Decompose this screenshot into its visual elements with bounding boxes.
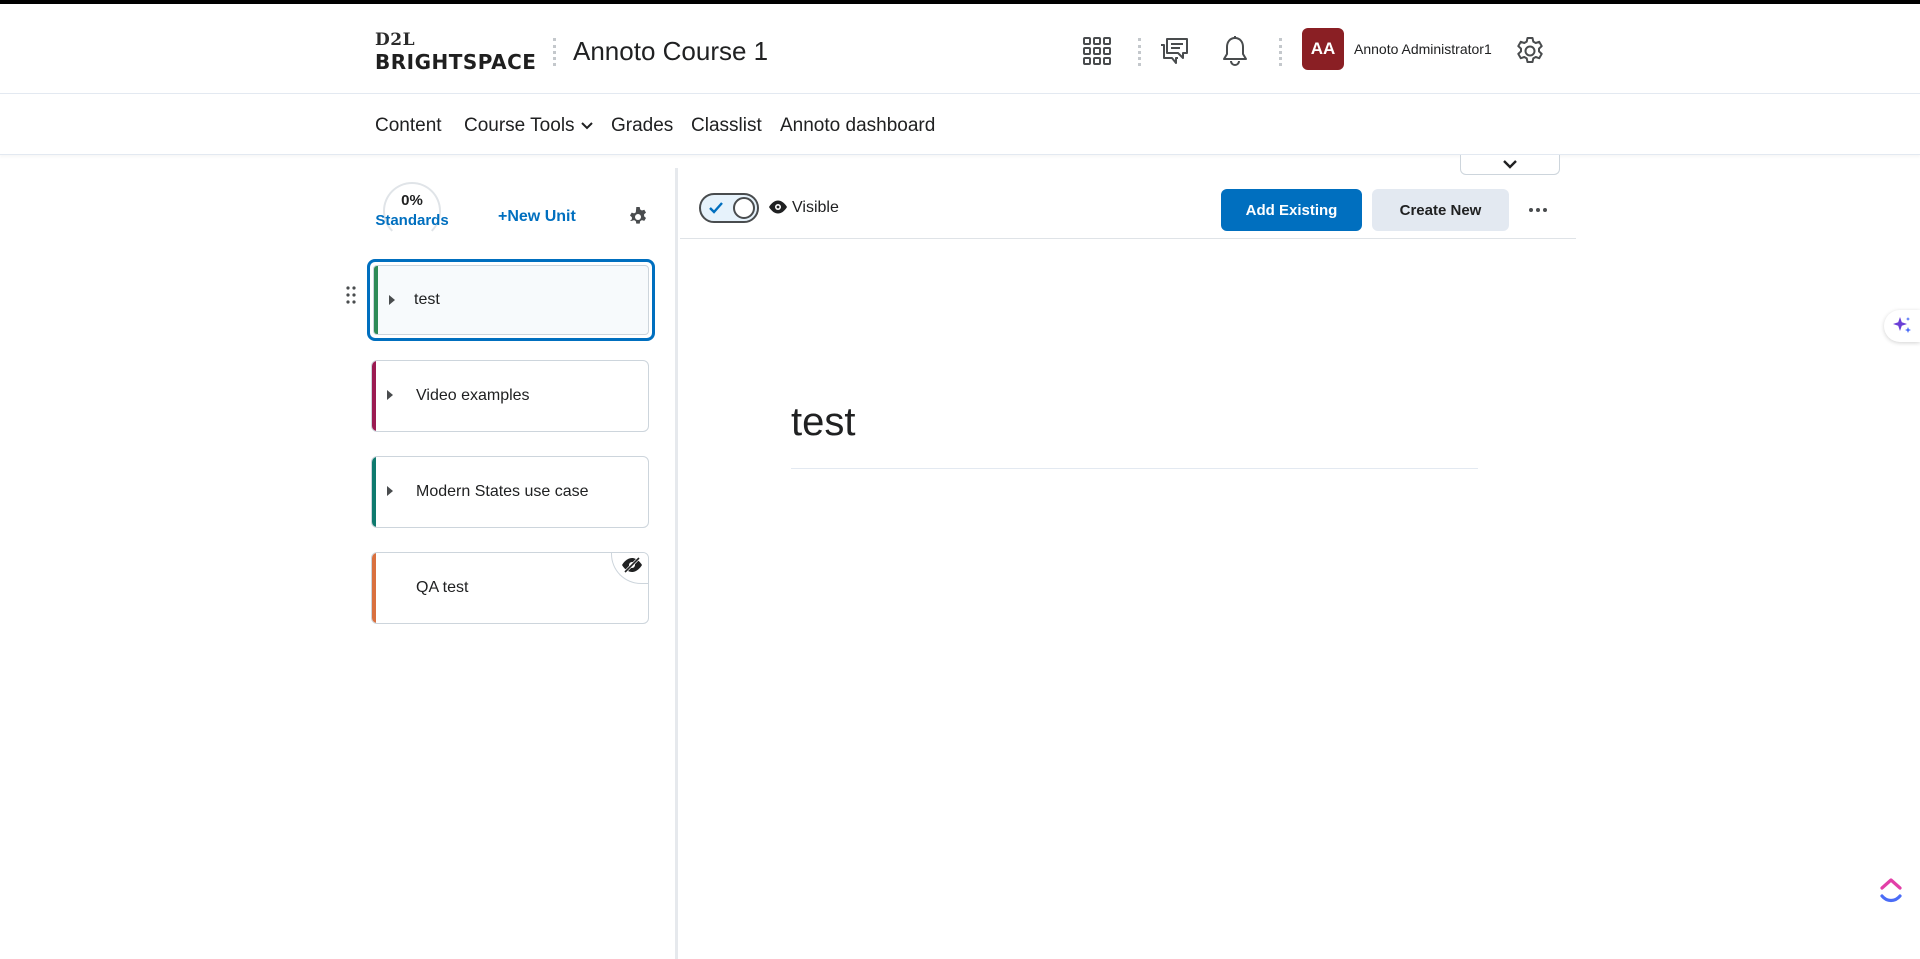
gear-icon[interactable] <box>1513 34 1547 68</box>
unit-label: test <box>414 291 440 308</box>
nav-item-label: Course Tools <box>464 115 575 136</box>
brightspace-logo[interactable]: D2L BRIGHTSPACE <box>375 30 537 74</box>
unit-card-video-examples[interactable]: Video examples <box>371 360 649 432</box>
checkmark-icon <box>709 202 723 214</box>
unit-label: Video examples <box>416 387 530 404</box>
expand-caret-icon[interactable] <box>387 390 393 400</box>
new-unit-button[interactable]: +New Unit <box>498 208 576 226</box>
visibility-label: Visible <box>792 199 839 216</box>
unit-card-test[interactable]: test <box>367 259 655 341</box>
nav-item-label: Annoto dashboard <box>780 115 936 136</box>
add-existing-button[interactable]: Add Existing <box>1221 189 1362 231</box>
header: D2L BRIGHTSPACE Annoto Course 1 AA Annot… <box>0 4 1920 94</box>
toggle-knob <box>733 197 755 219</box>
bell-icon[interactable] <box>1218 34 1252 68</box>
unit-color-bar <box>372 553 376 623</box>
logo-brightspace-text: BRIGHTSPACE <box>375 50 537 74</box>
course-title[interactable]: Annoto Course 1 <box>573 36 768 67</box>
visibility-toggle[interactable] <box>699 193 759 223</box>
clickup-icon[interactable] <box>1878 876 1904 906</box>
unit-card-body: test <box>373 265 649 335</box>
unit-main-panel: Visible Add Existing Create New test <box>680 155 1576 959</box>
unit-title: test <box>791 400 856 444</box>
ai-sparkle-icon[interactable] <box>1884 310 1920 342</box>
unit-card-modern-states[interactable]: Modern States use case <box>371 456 649 528</box>
unit-label: QA test <box>416 579 469 596</box>
app-grid-icon[interactable] <box>1080 34 1114 68</box>
nav-item-grades[interactable]: Grades <box>611 115 673 137</box>
chevron-down-icon <box>1503 160 1517 169</box>
progress-value: 0% <box>401 192 423 209</box>
header-separator <box>1279 38 1282 66</box>
sidebar-settings-gear-icon[interactable] <box>627 206 649 228</box>
progress-ring <box>383 182 441 240</box>
nav-item-annoto-dashboard[interactable]: Annoto dashboard <box>780 115 935 137</box>
more-options-icon[interactable] <box>1522 195 1554 225</box>
nav-item-label: Content <box>375 115 442 136</box>
new-unit-label: New Unit <box>507 208 576 225</box>
eye-icon <box>769 200 787 214</box>
unit-label: Modern States use case <box>416 483 589 500</box>
user-name[interactable]: Annoto Administrator1 <box>1354 41 1492 57</box>
nav-item-label: Classlist <box>691 115 762 136</box>
header-separator <box>553 38 556 66</box>
unit-color-bar <box>374 266 378 334</box>
standards-link[interactable]: Standards <box>367 212 457 229</box>
course-navbar: Content Course Tools Grades Classlist An… <box>0 95 1920 155</box>
nav-item-label: Grades <box>611 115 674 136</box>
unit-color-bar <box>372 361 376 431</box>
nav-item-classlist[interactable]: Classlist <box>691 115 762 137</box>
create-new-button[interactable]: Create New <box>1372 189 1509 231</box>
chevron-down-icon <box>580 122 593 130</box>
eye-off-icon <box>622 556 642 574</box>
nav-item-content[interactable]: Content <box>375 115 442 137</box>
avatar[interactable]: AA <box>1302 28 1344 70</box>
message-icon[interactable] <box>1157 34 1191 68</box>
expand-caret-icon[interactable] <box>387 486 393 496</box>
unit-color-bar <box>372 457 376 527</box>
hidden-indicator <box>611 553 648 584</box>
logo-d2l-text: D2L <box>375 30 416 50</box>
unit-card-qa-test[interactable]: QA test <box>371 552 649 624</box>
collapse-header-button[interactable] <box>1460 155 1560 175</box>
units-sidebar: 0% Standards +New Unit test Video exampl… <box>345 168 678 959</box>
header-separator <box>1138 38 1141 66</box>
unit-toolbar: Visible Add Existing Create New <box>680 183 1576 239</box>
title-divider <box>791 468 1478 469</box>
drag-handle-icon[interactable] <box>346 285 360 307</box>
nav-item-course-tools[interactable]: Course Tools <box>464 115 593 137</box>
plus-icon: + <box>498 208 508 225</box>
expand-caret-icon[interactable] <box>389 295 395 305</box>
